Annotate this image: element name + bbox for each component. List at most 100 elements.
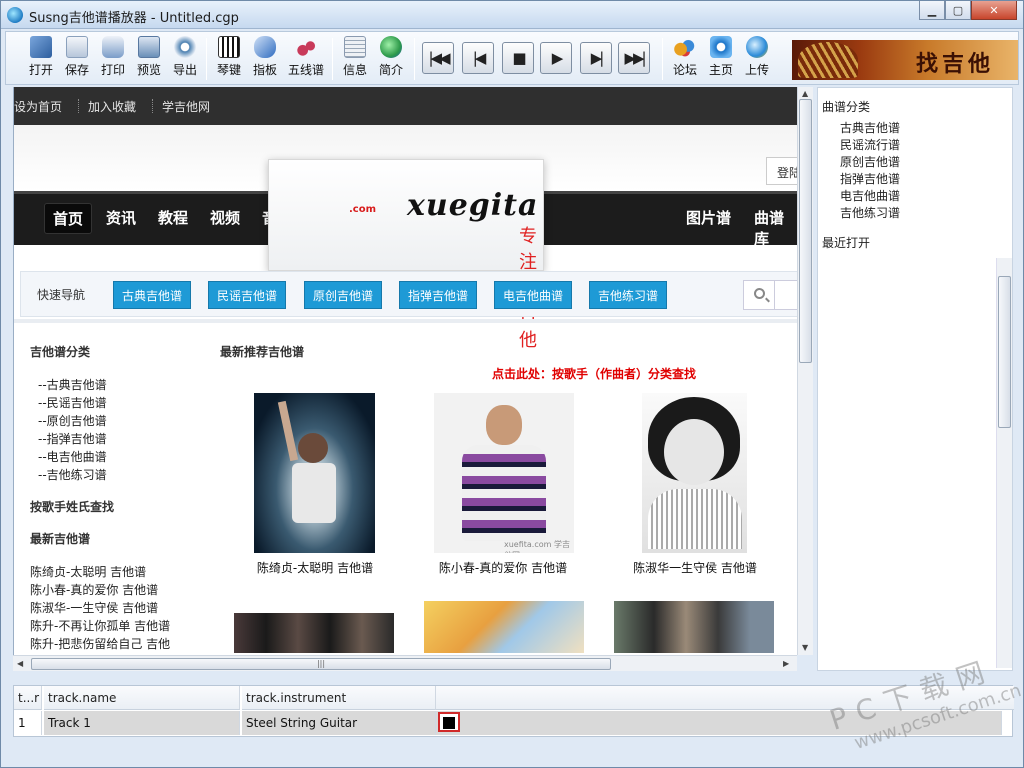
close-button[interactable]: ✕ xyxy=(971,1,1017,20)
web-view[interactable]: 设为首页 加入收藏 学吉他网 登陆 首页 资讯 教程 视频 音乐 图片谱 曲谱库… xyxy=(13,87,797,655)
column-header-track-instrument[interactable]: track.instrument xyxy=(242,686,436,710)
previous-button[interactable]: |◀ xyxy=(462,42,494,74)
upload-label: 上传 xyxy=(744,63,769,77)
singer-lookup-link[interactable]: 按歌手姓氏查找 xyxy=(30,498,114,515)
recommend-heading: 最新推荐吉他谱 xyxy=(220,345,305,359)
toolbar-separator xyxy=(206,38,207,80)
forum-button[interactable]: 论坛 xyxy=(670,36,700,78)
track-name-cell[interactable]: Track 1 xyxy=(44,711,240,735)
figure-arm xyxy=(277,400,299,462)
nav-tab-library[interactable]: 曲谱库 xyxy=(754,207,797,249)
artist-photo[interactable] xyxy=(642,393,747,553)
nav-image-tabs[interactable]: 图片谱 xyxy=(686,207,731,228)
quick-classical-button[interactable]: 古典吉他谱 xyxy=(113,281,191,309)
latest-link[interactable]: 陈升-把悲伤留给自己 吉他 xyxy=(30,635,170,652)
category-link[interactable]: --指弹吉他谱 xyxy=(38,430,107,447)
photo-caption[interactable]: 陈小春-真的爱你 吉他谱 xyxy=(428,559,578,576)
column-header-track-number[interactable]: t...r xyxy=(14,686,42,710)
web-vertical-scrollbar[interactable]: ▲ ▼ xyxy=(797,87,813,655)
quick-folk-button[interactable]: 民谣吉他谱 xyxy=(208,281,286,309)
last-button[interactable]: ▶▶| xyxy=(618,42,650,74)
play-button[interactable]: ▶ xyxy=(540,42,572,74)
upload-button[interactable]: 上传 xyxy=(742,36,772,78)
artist-photo[interactable] xyxy=(424,601,584,653)
latest-link[interactable]: 陈绮贞-太聪明 吉他谱 xyxy=(30,563,146,580)
nav-news[interactable]: 资讯 xyxy=(106,207,136,228)
scroll-thumb[interactable]: ||| xyxy=(31,658,611,670)
home-button[interactable]: 主页 xyxy=(706,36,736,78)
set-homepage-link[interactable]: 设为首页 xyxy=(14,98,62,115)
scroll-left-arrow[interactable]: ◀ xyxy=(17,659,23,668)
category-link[interactable]: --原创吉他谱 xyxy=(38,412,107,429)
sidebar-category-item[interactable]: 原创吉他谱 xyxy=(840,153,900,170)
next-button[interactable]: ▶| xyxy=(580,42,612,74)
figure-head xyxy=(486,405,522,445)
category-link[interactable]: --古典吉他谱 xyxy=(38,376,107,393)
open-button[interactable]: 打开 xyxy=(26,36,56,78)
figure-body xyxy=(292,463,336,523)
login-button[interactable]: 登陆 xyxy=(766,157,797,185)
sidebar-category-item[interactable]: 吉他练习谱 xyxy=(840,204,900,221)
piano-keys-button[interactable]: 琴键 xyxy=(214,36,244,78)
scroll-thumb[interactable] xyxy=(998,276,1011,428)
artist-photo[interactable] xyxy=(234,613,394,653)
nav-home[interactable]: 首页 xyxy=(44,203,93,234)
preview-button[interactable]: 预览 xyxy=(134,36,164,78)
stop-button[interactable]: ■ xyxy=(502,42,534,74)
xuegita-link[interactable]: 学吉他网 xyxy=(162,98,210,115)
title-bar[interactable]: Susng吉他谱播放器 - Untitled.cgp ▁ ▢ ✕ xyxy=(1,1,1023,29)
quick-practice-button[interactable]: 吉他练习谱 xyxy=(589,281,667,309)
minimize-button[interactable]: ▁ xyxy=(919,1,945,20)
nav-tutorials[interactable]: 教程 xyxy=(158,207,188,228)
scroll-up-arrow[interactable]: ▲ xyxy=(802,89,808,98)
site-search[interactable] xyxy=(743,280,797,310)
window-title: Susng吉他谱播放器 - Untitled.cgp xyxy=(29,11,239,26)
track-number-cell[interactable]: 1 xyxy=(14,711,42,735)
first-button[interactable]: |◀◀ xyxy=(422,42,454,74)
sidebar-category-item[interactable]: 民谣流行谱 xyxy=(840,136,900,153)
sidebar-category-item[interactable]: 电吉他曲谱 xyxy=(840,187,900,204)
web-horizontal-scrollbar[interactable]: ◀ ||| ▶ xyxy=(13,655,797,671)
latest-link[interactable]: 陈升-不再让你孤单 吉他谱 xyxy=(30,617,170,634)
ad-banner[interactable]: 找吉他谱 xyxy=(792,40,1018,80)
export-label: 导出 xyxy=(172,63,197,77)
artist-photo[interactable]: xuefita.com 学吉他网 xyxy=(434,393,574,553)
scroll-thumb[interactable] xyxy=(799,99,812,363)
latest-link[interactable]: 陈小春-真的爱你 吉他谱 xyxy=(30,581,158,598)
site-logo[interactable]: xuegita .com 专注学吉他 xyxy=(268,159,544,351)
search-input[interactable] xyxy=(774,281,797,309)
category-link[interactable]: --吉他练习谱 xyxy=(38,466,107,483)
export-button[interactable]: 导出 xyxy=(170,36,200,78)
figure-face xyxy=(664,419,724,485)
category-link[interactable]: --民谣吉他谱 xyxy=(38,394,107,411)
maximize-button[interactable]: ▢ xyxy=(945,1,971,20)
info-button[interactable]: 信息 xyxy=(340,36,370,78)
quick-fingerstyle-button[interactable]: 指弹吉他谱 xyxy=(399,281,477,309)
artist-photo[interactable] xyxy=(254,393,375,553)
staff-notes-button[interactable]: 五线谱 xyxy=(288,36,324,78)
track-instrument-cell[interactable]: Steel String Guitar xyxy=(242,711,436,735)
intro-button[interactable]: 简介 xyxy=(376,36,406,78)
artist-photo[interactable] xyxy=(614,601,774,653)
latest-link[interactable]: 陈淑华-一生守侯 吉他谱 xyxy=(30,599,158,616)
scroll-right-arrow[interactable]: ▶ xyxy=(783,659,789,668)
quick-original-button[interactable]: 原创吉他谱 xyxy=(304,281,382,309)
quick-electric-button[interactable]: 电吉他曲谱 xyxy=(494,281,572,309)
photo-caption[interactable]: 陈淑华一生守侯 吉他谱 xyxy=(620,559,770,576)
singer-category-link[interactable]: 点击此处：按歌手（作曲者）分类查找 xyxy=(492,365,696,382)
nav-videos[interactable]: 视频 xyxy=(210,207,240,228)
sidebar-category-item[interactable]: 古典吉他谱 xyxy=(840,119,900,136)
scroll-down-arrow[interactable]: ▼ xyxy=(802,643,808,652)
category-link[interactable]: --电吉他曲谱 xyxy=(38,448,107,465)
track-color-swatch[interactable] xyxy=(438,712,460,732)
column-header-track-name[interactable]: track.name xyxy=(44,686,240,710)
preview-label: 预览 xyxy=(136,63,161,77)
save-label: 保存 xyxy=(64,63,89,77)
save-button[interactable]: 保存 xyxy=(62,36,92,78)
photo-caption[interactable]: 陈绮贞-太聪明 吉他谱 xyxy=(240,559,390,576)
sidebar-scrollbar[interactable] xyxy=(996,258,1012,668)
fretboard-button[interactable]: 指板 xyxy=(250,36,280,78)
print-button[interactable]: 打印 xyxy=(98,36,128,78)
sidebar-category-item[interactable]: 指弹吉他谱 xyxy=(840,170,900,187)
add-favorite-link[interactable]: 加入收藏 xyxy=(88,98,136,115)
